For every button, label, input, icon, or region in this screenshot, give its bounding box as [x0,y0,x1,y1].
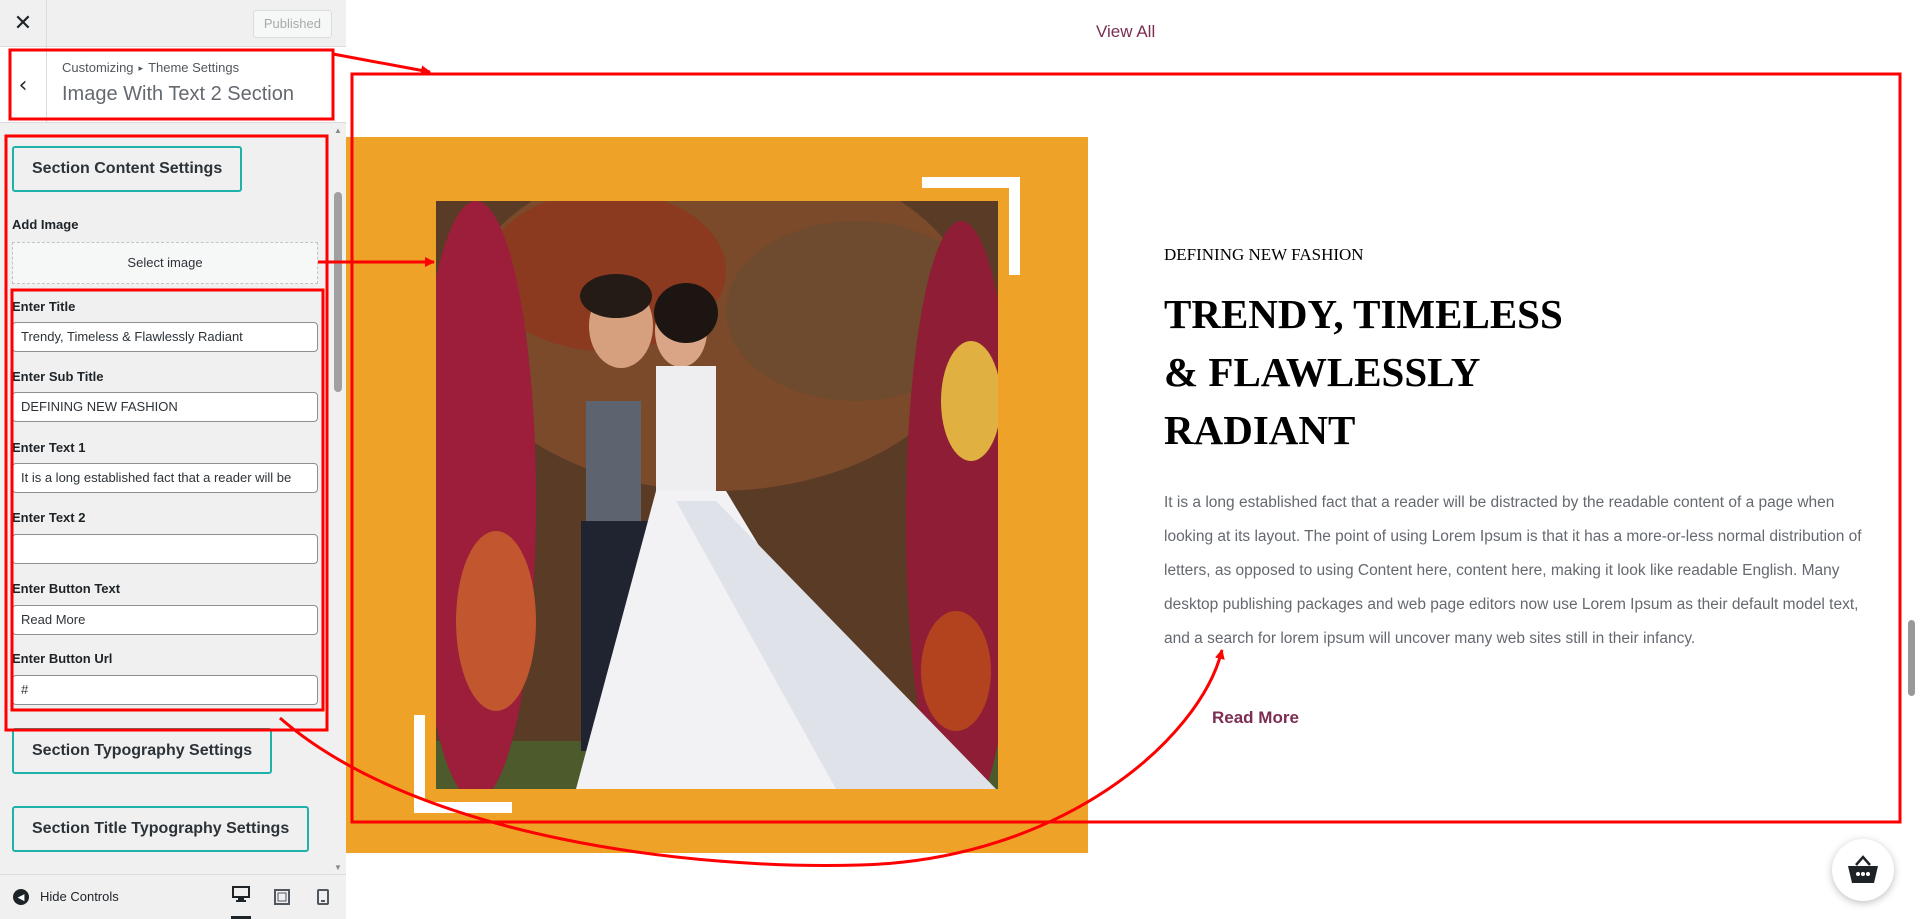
breadcrumb-separator: ▸ [138,63,144,73]
section-typography-settings-button[interactable]: Section Typography Settings [12,728,273,774]
read-more-link[interactable]: Read More [1212,708,1299,728]
customizer-topbar: ✕ Published [0,0,346,47]
enter-text-1-label: Enter Text 1 [12,440,86,455]
close-icon: ✕ [13,11,33,36]
button-text-input[interactable]: Read More [12,605,318,635]
section-content-settings-button[interactable]: Section Content Settings [12,146,243,192]
tablet-icon[interactable] [272,887,292,907]
scroll-up-icon[interactable]: ▲ [334,126,342,135]
text-1-input[interactable]: It is a long established fact that a rea… [12,463,318,493]
back-button[interactable]: ‹ [0,47,47,123]
body-line: letters, as opposed to using Content her… [1164,562,1840,579]
button-url-input[interactable]: # [12,675,318,705]
body-line: It is a long established fact that a rea… [1164,494,1835,511]
mobile-icon[interactable] [313,887,333,907]
cart-button[interactable] [1832,839,1894,901]
enter-title-label: Enter Title [12,299,76,314]
heading-line: RADIANT [1164,407,1356,453]
frame-corner-top-right [922,177,1020,188]
body-line: looking at its layout. The point of usin… [1164,528,1862,545]
select-image-button[interactable]: Select image [12,242,318,284]
customizer-footer: ◀ Hide Controls [0,874,346,919]
controls-panel: Section Content Settings Add Image Selec… [0,124,330,874]
site-preview: View All DEFINING NEW FASHION TRENDY, TI… [346,0,1920,919]
enter-text-2-label: Enter Text 2 [12,510,86,525]
section-header: ‹ Customizing ▸ Theme Settings Image With … [0,47,346,123]
chevron-left-icon: ‹ [18,72,28,98]
sub-title-input[interactable]: DEFINING NEW FASHION [12,392,318,422]
breadcrumb: Customizing ▸ Theme Settings [62,60,239,75]
basket-icon [1848,855,1878,883]
section-body-text: It is a long established fact that a rea… [1164,486,1864,656]
image-block [346,137,1088,853]
enter-button-url-label: Enter Button Url [12,651,113,666]
page-scrollbar-thumb[interactable] [1908,620,1915,696]
body-line: and a search for lorem ipsum will uncove… [1164,630,1696,647]
section-title: Image With Text 2 Section [62,83,294,105]
section-heading: TRENDY, TIMELESS & FLAWLESSLY RADIANT [1164,285,1664,459]
close-customizer-button[interactable]: ✕ [0,0,47,47]
scroll-down-icon[interactable]: ▼ [334,863,342,872]
panel-scrollbar[interactable]: ▲ ▼ [330,124,346,874]
frame-corner-bottom-left-vertical [414,715,425,813]
customizer-sidebar: ✕ Published ‹ Customizing ▸ Theme Settings… [0,0,346,919]
wedding-couple-image [436,201,998,789]
published-button[interactable]: Published [252,10,332,38]
enter-sub-title-label: Enter Sub Title [12,369,104,384]
breadcrumb-root: Customizing [62,60,134,75]
frame-corner-bottom-left [414,802,512,813]
section-subtitle: DEFINING NEW FASHION [1164,245,1364,264]
section-title-typography-settings-button[interactable]: Section Title Typography Settings [12,806,310,852]
scrollbar-thumb[interactable] [334,192,342,392]
heading-line: & FLAWLESSLY [1164,349,1481,395]
desktop-icon[interactable] [231,886,251,919]
add-image-label: Add Image [12,217,79,232]
body-line: desktop publishing packages and web page… [1164,596,1859,613]
view-all-link[interactable]: View All [1096,22,1155,42]
frame-corner-top-right-vertical [1009,177,1020,275]
text-2-input[interactable] [12,534,318,564]
heading-line: TRENDY, TIMELESS [1164,291,1563,337]
hide-controls-button[interactable]: Hide Controls [40,889,119,904]
breadcrumb-parent: Theme Settings [148,60,240,75]
title-input[interactable]: Trendy, Timeless & Flawlessly Radiant [12,322,318,352]
enter-button-text-label: Enter Button Text [12,581,121,596]
arrow-left-circle-icon[interactable]: ◀ [13,889,29,905]
